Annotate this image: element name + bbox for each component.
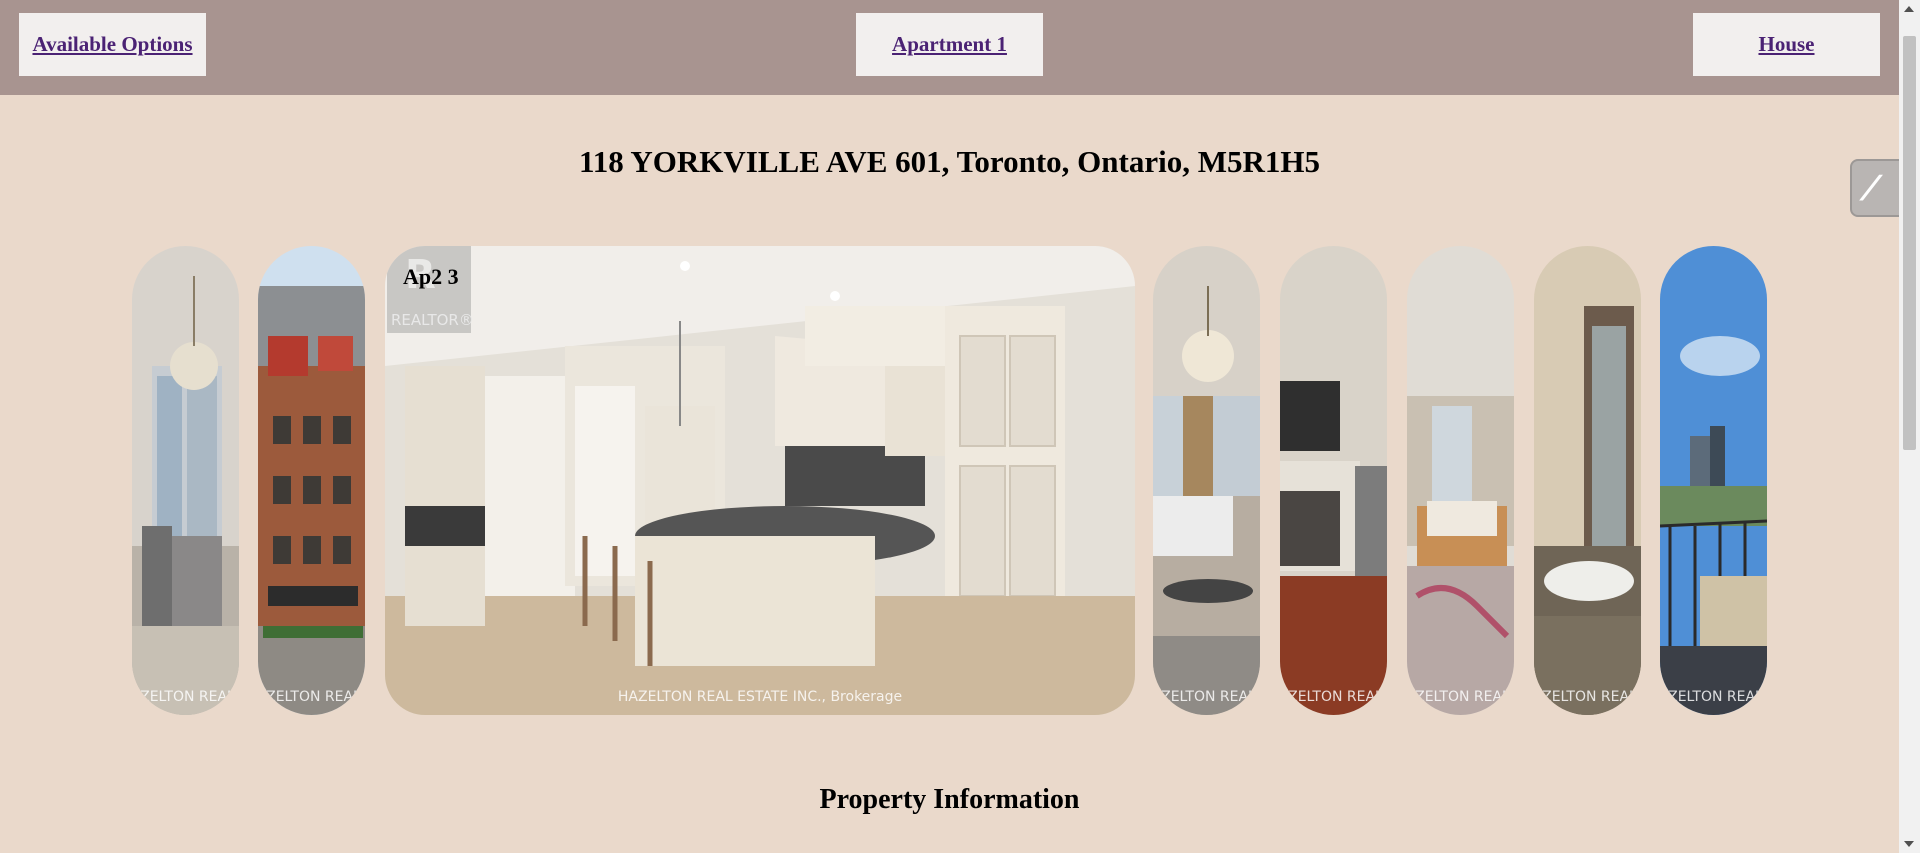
photo-watermark: HAZELTON REAL ESTATE INC., Brokerage — [1153, 689, 1260, 705]
gallery-photo-building-exterior[interactable]: HAZELTON REAL ESTATE INC., Brokerage — [258, 246, 365, 715]
slash-logo-icon: ⁄ — [1864, 169, 1878, 209]
photo-watermark: HAZELTON REAL ESTATE INC., Brokerage — [1660, 689, 1767, 705]
scroll-down-arrow-icon[interactable] — [1904, 841, 1914, 847]
photo-watermark: HAZELTON REAL ESTATE INC., Brokerage — [132, 689, 239, 705]
house-link[interactable]: House — [1693, 13, 1880, 76]
active-photo-label: Ap2 3 — [403, 264, 459, 289]
photo-watermark: HAZELTON REAL ESTATE INC., Brokerage — [1534, 689, 1641, 705]
photo-watermark: HAZELTON REAL ESTATE INC., Brokerage — [617, 689, 903, 705]
vertical-scrollbar[interactable] — [1899, 0, 1920, 853]
apartment-1-link[interactable]: Apartment 1 — [856, 13, 1043, 76]
photo-watermark: HAZELTON REAL ESTATE INC., Brokerage — [1280, 689, 1387, 705]
gallery-photo-bathroom[interactable]: HAZELTON REAL ESTATE INC., Brokerage — [1534, 246, 1641, 715]
scroll-up-arrow-icon[interactable] — [1904, 6, 1914, 12]
available-options-link[interactable]: Available Options — [19, 13, 206, 76]
gallery-photo-kitchen-active[interactable]: R REALTOR® Ap2 3 HAZELTON REAL ESTATE IN… — [385, 246, 1135, 715]
photo-watermark: HAZELTON REAL ESTATE INC., Brokerage — [258, 689, 365, 705]
photo-watermark: HAZELTON REAL ESTATE INC., Brokerage — [1407, 689, 1514, 705]
top-navigation-bar: Available Options Apartment 1 House — [0, 0, 1899, 95]
gallery-photo-living-room-chandelier[interactable]: HAZELTON REAL ESTATE INC., Brokerage — [1153, 246, 1260, 715]
gallery-photo-fireplace[interactable]: HAZELTON REAL ESTATE INC., Brokerage — [1280, 246, 1387, 715]
gallery-photo-dining-room[interactable]: HAZELTON REAL ESTATE INC., Brokerage — [132, 246, 239, 715]
gallery-photo-balcony-view[interactable]: HAZELTON REAL ESTATE INC., Brokerage — [1660, 246, 1767, 715]
gallery-photo-living-room[interactable]: HAZELTON REAL ESTATE INC., Brokerage — [1407, 246, 1514, 715]
photo-gallery: HAZELTON REAL ESTATE INC., Brokerage HAZ… — [0, 246, 1899, 715]
scroll-thumb[interactable] — [1903, 36, 1916, 450]
page-title: 118 YORKVILLE AVE 601, Toronto, Ontario,… — [579, 144, 1320, 179]
property-information-heading: Property Information — [819, 784, 1080, 815]
